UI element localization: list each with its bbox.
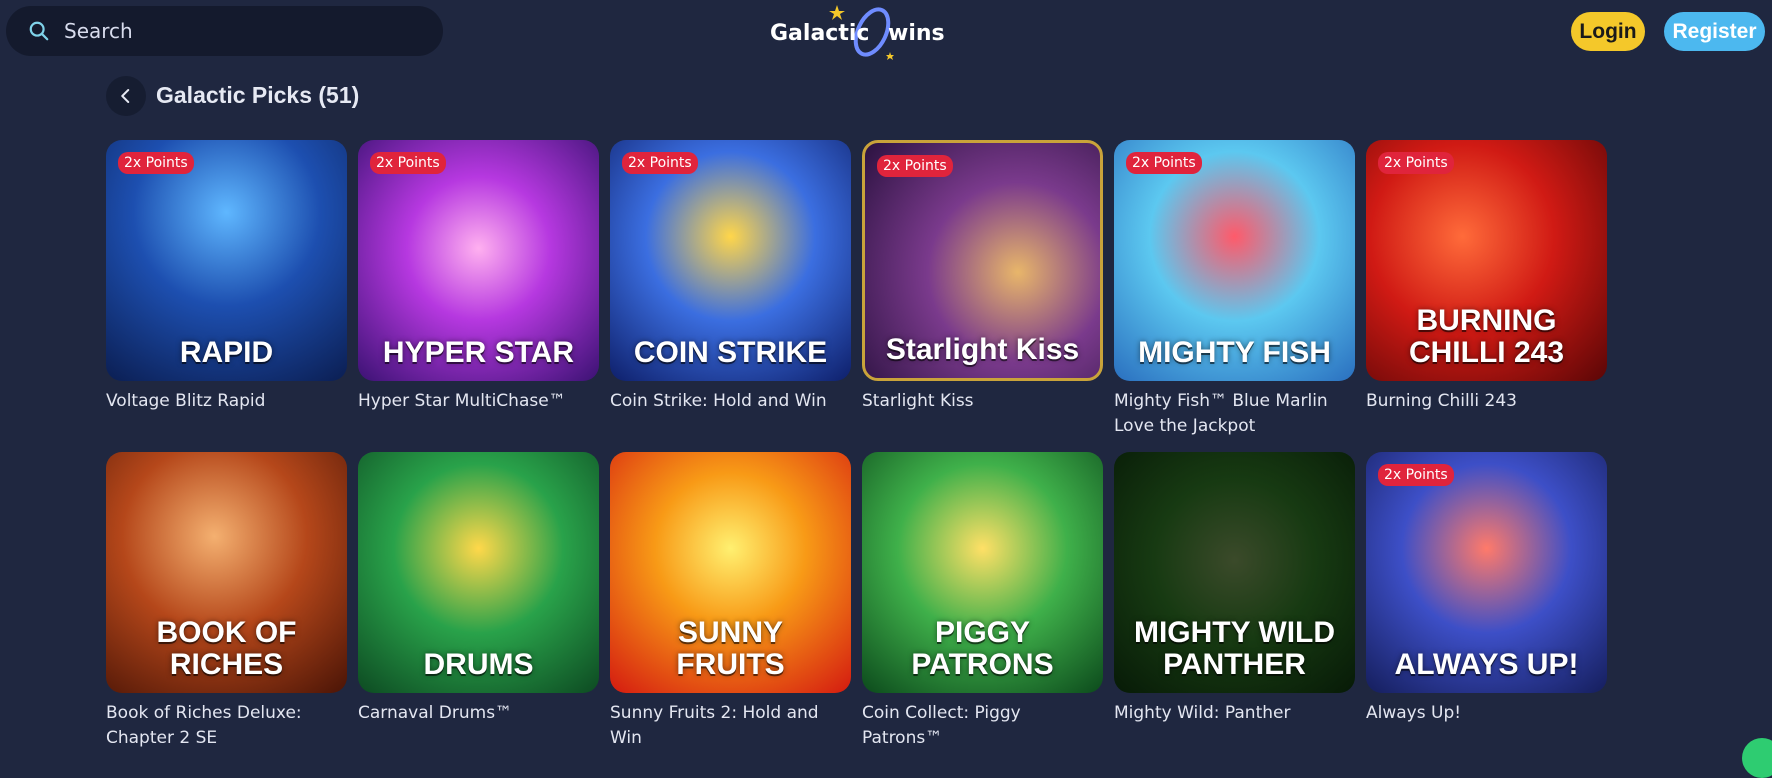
game-thumbnail[interactable]: SUNNY FRUITS [610, 452, 851, 693]
game-grid: 2x Points RAPID Voltage Blitz Rapid 2x P… [106, 140, 1607, 764]
game-name[interactable]: Voltage Blitz Rapid [106, 389, 347, 414]
game-card[interactable]: PIGGY PATRONS Coin Collect: Piggy Patron… [862, 452, 1103, 764]
game-thumbnail[interactable]: 2x Points BURNING CHILLI 243 [1366, 140, 1607, 381]
game-thumbnail[interactable]: MIGHTY WILD PANTHER [1114, 452, 1355, 693]
game-thumbnail[interactable]: 2x Points RAPID [106, 140, 347, 381]
thumbnail-title: Starlight Kiss [885, 333, 1080, 366]
game-card[interactable]: 2x Points MIGHTY FISH Mighty Fish™ Blue … [1114, 140, 1355, 452]
search-icon [29, 21, 49, 41]
thumbnail-title: SUNNY FRUITS [676, 616, 785, 681]
points-badge: 2x Points [877, 155, 953, 177]
game-thumbnail[interactable]: 2x Points HYPER STAR [358, 140, 599, 381]
game-thumbnail[interactable]: 2x Points ALWAYS UP! [1366, 452, 1607, 693]
game-name[interactable]: Book of Riches Deluxe: Chapter 2 SE [106, 701, 347, 751]
thumbnail-title: HYPER STAR [382, 336, 575, 369]
game-name[interactable]: Always Up! [1366, 701, 1607, 726]
thumbnail-title: MIGHTY FISH [1138, 336, 1331, 369]
game-thumbnail[interactable]: BOOK OF RICHES [106, 452, 347, 693]
game-name[interactable]: Mighty Wild: Panther [1114, 701, 1355, 726]
game-name[interactable]: Coin Strike: Hold and Win [610, 389, 851, 414]
thumbnail-title: BURNING CHILLI 243 [1408, 304, 1565, 369]
login-button[interactable]: Login [1571, 12, 1645, 51]
points-badge: 2x Points [1378, 152, 1454, 174]
page-title: Galactic Picks (51) [156, 82, 360, 108]
points-badge: 2x Points [1126, 152, 1202, 174]
game-card[interactable]: 2x Points COIN STRIKE Coin Strike: Hold … [610, 140, 851, 452]
chevron-left-icon [121, 89, 130, 103]
points-badge: 2x Points [118, 152, 194, 174]
game-card[interactable]: 2x Points Starlight Kiss Starlight Kiss [862, 140, 1103, 452]
game-card[interactable]: 2x Points RAPID Voltage Blitz Rapid [106, 140, 347, 452]
thumbnail-title: MIGHTY WILD PANTHER [1133, 616, 1336, 681]
game-card[interactable]: 2x Points BURNING CHILLI 243 Burning Chi… [1366, 140, 1607, 452]
game-name[interactable]: Hyper Star MultiChase™ [358, 389, 599, 414]
thumbnail-title: DRUMS [423, 648, 534, 681]
search-input[interactable]: Search [6, 6, 443, 56]
points-badge: 2x Points [370, 152, 446, 174]
game-name[interactable]: Mighty Fish™ Blue Marlin Love the Jackpo… [1114, 389, 1355, 439]
game-card[interactable]: SUNNY FRUITS Sunny Fruits 2: Hold and Wi… [610, 452, 851, 764]
game-thumbnail[interactable]: DRUMS [358, 452, 599, 693]
galactic-wins-logo[interactable]: Galactic wins [760, 2, 950, 62]
register-button[interactable]: Register [1664, 12, 1765, 51]
game-thumbnail[interactable]: 2x Points MIGHTY FISH [1114, 140, 1355, 381]
game-thumbnail[interactable]: 2x Points Starlight Kiss [862, 140, 1103, 381]
thumbnail-title: BOOK OF RICHES [156, 616, 297, 681]
thumbnail-title: RAPID [179, 336, 274, 369]
chat-launcher-button[interactable] [1742, 738, 1772, 778]
game-card[interactable]: 2x Points ALWAYS UP! Always Up! [1366, 452, 1607, 764]
search-placeholder: Search [64, 19, 133, 43]
game-name[interactable]: Burning Chilli 243 [1366, 389, 1607, 414]
points-badge: 2x Points [1378, 464, 1454, 486]
game-card[interactable]: DRUMS Carnaval Drums™ [358, 452, 599, 764]
game-thumbnail[interactable]: PIGGY PATRONS [862, 452, 1103, 693]
svg-text:wins: wins [888, 21, 945, 46]
thumbnail-title: COIN STRIKE [633, 336, 828, 369]
thumbnail-title: ALWAYS UP! [1394, 648, 1579, 681]
game-card[interactable]: 2x Points HYPER STAR Hyper Star MultiCha… [358, 140, 599, 452]
game-card[interactable]: BOOK OF RICHES Book of Riches Deluxe: Ch… [106, 452, 347, 764]
points-badge: 2x Points [622, 152, 698, 174]
game-name[interactable]: Starlight Kiss [862, 389, 1103, 414]
game-name[interactable]: Coin Collect: Piggy Patrons™ [862, 701, 1103, 751]
game-thumbnail[interactable]: 2x Points COIN STRIKE [610, 140, 851, 381]
game-card[interactable]: MIGHTY WILD PANTHER Mighty Wild: Panther [1114, 452, 1355, 764]
svg-text:Galactic: Galactic [770, 21, 869, 46]
logo-graphic: Galactic wins [770, 5, 945, 60]
back-button[interactable] [106, 76, 146, 116]
game-name[interactable]: Carnaval Drums™ [358, 701, 599, 726]
thumbnail-title: PIGGY PATRONS [911, 616, 1054, 681]
game-name[interactable]: Sunny Fruits 2: Hold and Win [610, 701, 851, 751]
